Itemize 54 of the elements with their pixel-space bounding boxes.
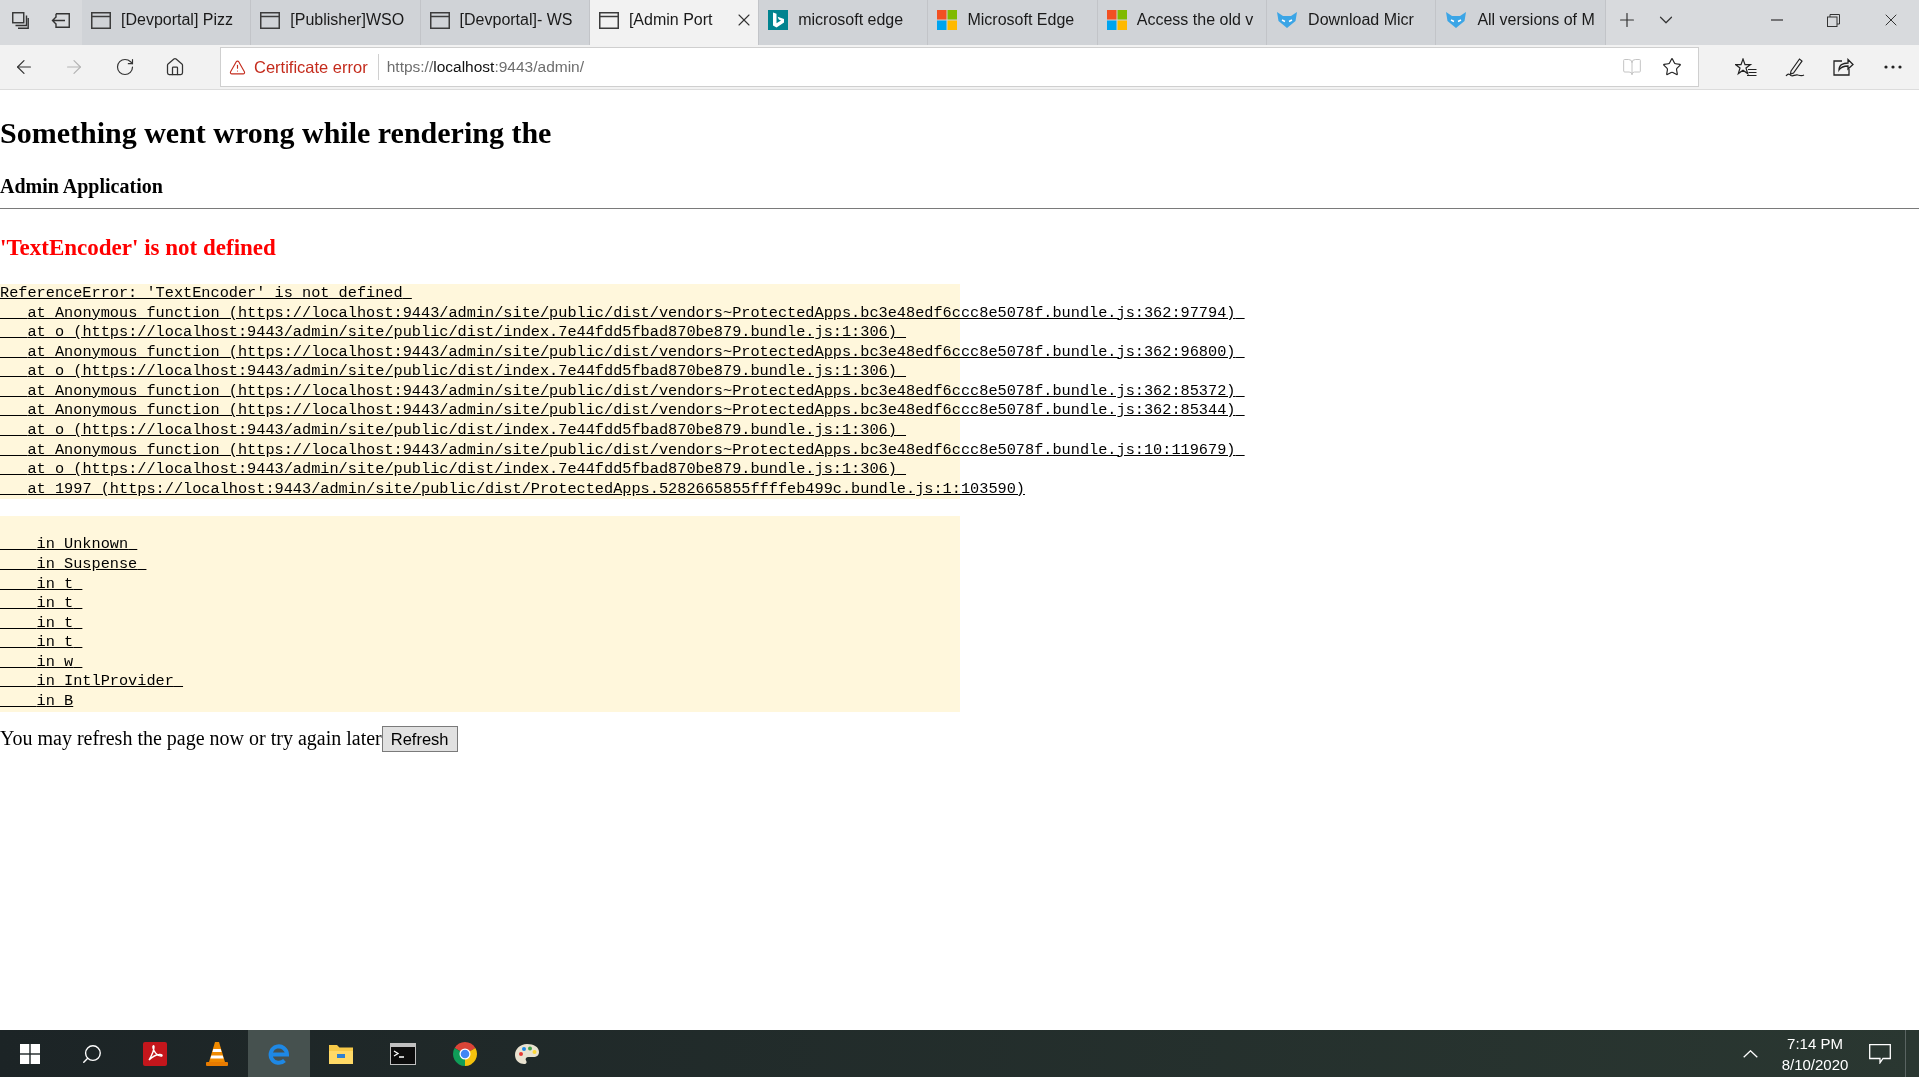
four-squares-icon	[1106, 10, 1127, 30]
certificate-error-button[interactable]: Certificate error	[221, 48, 378, 86]
folder-icon	[328, 1042, 354, 1065]
more-icon	[1883, 65, 1902, 69]
browser-tab[interactable]: microsoft edge	[759, 0, 929, 45]
star-list-icon	[1734, 57, 1757, 77]
palette-icon	[514, 1041, 540, 1066]
clock-date: 8/10/2020	[1781, 1054, 1849, 1075]
arrow-into-box-icon	[50, 12, 70, 28]
refresh-button[interactable]: Refresh	[381, 725, 458, 752]
address-url: https://localhost:9443/admin/	[386, 57, 585, 78]
browser-logo-icon	[267, 1041, 291, 1066]
refresh-message: You may refresh the page now or try again later	[0, 727, 382, 751]
home-icon	[165, 57, 185, 77]
book-icon	[1622, 57, 1642, 77]
four-panes-icon	[20, 1043, 40, 1064]
refresh-icon	[115, 57, 135, 77]
browser-tab[interactable]: Download Micr	[1267, 0, 1437, 45]
share-icon	[1833, 58, 1854, 76]
segmented-circle-icon	[453, 1041, 477, 1066]
error-message: ReferenceError: 'TextEncoder' is not defined	[0, 284, 404, 304]
four-squares-icon	[937, 10, 958, 30]
page-heading: Something went wrong while rendering the	[0, 115, 552, 150]
browser-tab[interactable]: [Publisher]WSO	[251, 0, 421, 45]
chevron-up-icon	[1742, 1049, 1758, 1058]
search-icon	[81, 1042, 103, 1065]
b-logo-icon	[768, 10, 789, 30]
browser-tab[interactable]: Microsoft Edge	[928, 0, 1098, 45]
browser-tab[interactable]: All versions of M	[1436, 0, 1606, 45]
animal-head-icon	[1276, 11, 1299, 29]
window-icon	[598, 11, 619, 29]
browser-tab[interactable]: [Admin Port	[589, 0, 760, 45]
star-icon	[1662, 57, 1682, 77]
pen-icon	[1784, 57, 1805, 77]
clock-time: 7:14 PM	[1787, 1033, 1843, 1054]
browser-tab[interactable]: [Devportal] Pizz	[82, 0, 252, 45]
minimize-icon	[1770, 19, 1783, 21]
stack-frame: at Anonymous function (https://localhost:9443/admin/site/public/dist/vendors~ProtectedApps.bc3e48edf6ccc8e5078f.bundle.js:362:97794)	[0, 303, 1245, 324]
speech-bubble-icon	[1869, 1043, 1891, 1064]
browser-tab[interactable]: Access the old v	[1097, 0, 1268, 45]
window-icon	[429, 11, 450, 29]
window-icon	[91, 11, 111, 29]
warning-icon	[229, 58, 246, 76]
animal-head-icon	[1445, 11, 1468, 29]
traffic-cone-icon	[205, 1040, 229, 1067]
window-icon	[260, 11, 281, 29]
pdf-icon	[143, 1041, 167, 1066]
restore-icon	[1827, 13, 1840, 27]
error-title: 'TextEncoder' is not defined	[0, 233, 276, 261]
stacked-windows-icon	[11, 11, 29, 29]
page-subheading: Admin Application	[0, 175, 163, 198]
address-bar[interactable]: Certificate error https://localhost:9443/admin/	[220, 47, 1699, 87]
terminal-icon	[390, 1042, 416, 1065]
browser-tab[interactable]: [Devportal]- WS	[420, 0, 590, 45]
